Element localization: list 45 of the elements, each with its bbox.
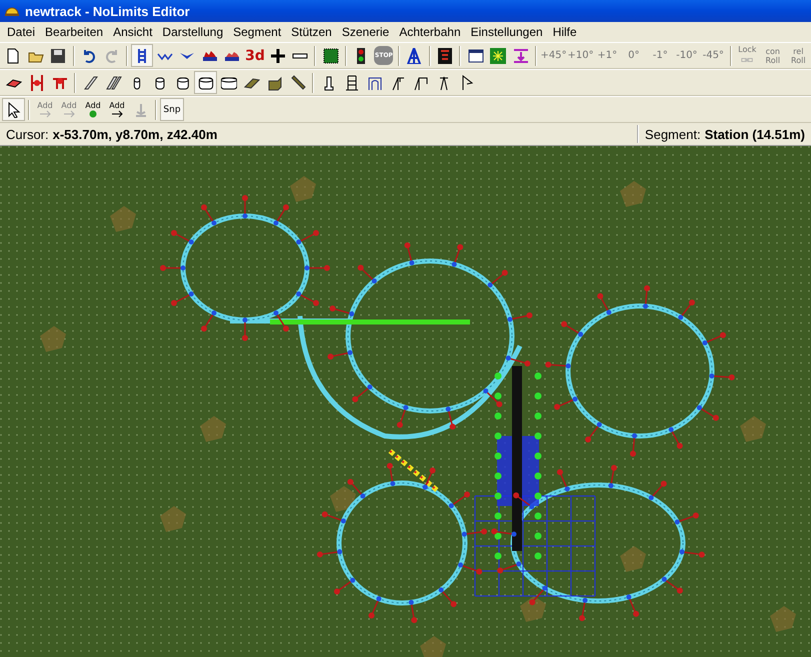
- cylinder-icon: [220, 74, 236, 90]
- menu-item[interactable]: Einstellungen: [466, 25, 548, 39]
- cursor-arrow-icon: [6, 102, 22, 118]
- add-button[interactable]: Add: [81, 98, 105, 121]
- window-icon: [468, 48, 484, 64]
- support-arm-icon: [390, 74, 406, 90]
- cylinder-icon: [198, 74, 214, 90]
- support-bent-icon: [412, 74, 428, 90]
- menu-item[interactable]: Ansicht: [108, 25, 158, 39]
- segment-label: Segment:: [644, 126, 701, 142]
- joint-node-icon: [28, 74, 44, 90]
- cylinder-icon: [174, 74, 190, 90]
- add-button[interactable]: Add: [105, 98, 129, 121]
- undo-arrow-icon: [81, 48, 97, 64]
- menu-item[interactable]: Darstellung: [157, 25, 228, 39]
- striped-panel-icon: [437, 48, 454, 64]
- redo-arrow-icon: [104, 48, 120, 64]
- double-beam-icon: [106, 74, 122, 90]
- wooden-strut-icon: [290, 74, 306, 90]
- cursor-label: Cursor:: [6, 126, 49, 142]
- menu-item[interactable]: Segment: [228, 25, 286, 39]
- support-frame-icon: [344, 74, 360, 90]
- tower-icon: [406, 48, 422, 64]
- 3d-view-button[interactable]: 3d: [244, 44, 266, 67]
- track-ladder-button[interactable]: [130, 44, 154, 67]
- segment-value: Station (14.51m): [704, 126, 805, 142]
- menu-item[interactable]: Szenerie: [336, 25, 394, 39]
- starburst-icon: [490, 48, 506, 64]
- support-drop-icon: [512, 48, 529, 64]
- menu-item[interactable]: Datei: [2, 25, 40, 39]
- plus-icon: [270, 48, 286, 64]
- snap-button[interactable]: Snp: [160, 98, 184, 121]
- window-title: newtrack - NoLimits Editor: [25, 4, 190, 18]
- menu-item[interactable]: Stützen: [286, 25, 337, 39]
- menu-item[interactable]: Achterbahn: [394, 25, 466, 39]
- dotted-grid-icon: [322, 48, 339, 64]
- wooden-block-icon: [266, 74, 282, 90]
- menu-item[interactable]: Hilfe: [548, 25, 582, 39]
- cursor-position: x-53.70m, y8.70m, z42.40m: [52, 126, 218, 142]
- beam-icon: [82, 74, 98, 90]
- menu-item[interactable]: Bearbeiten: [40, 25, 108, 39]
- cursor-arrow-button[interactable]: [2, 98, 25, 121]
- cylinder-button[interactable]: [194, 71, 217, 94]
- support-arch-icon: [366, 74, 382, 90]
- page-icon: [5, 48, 22, 64]
